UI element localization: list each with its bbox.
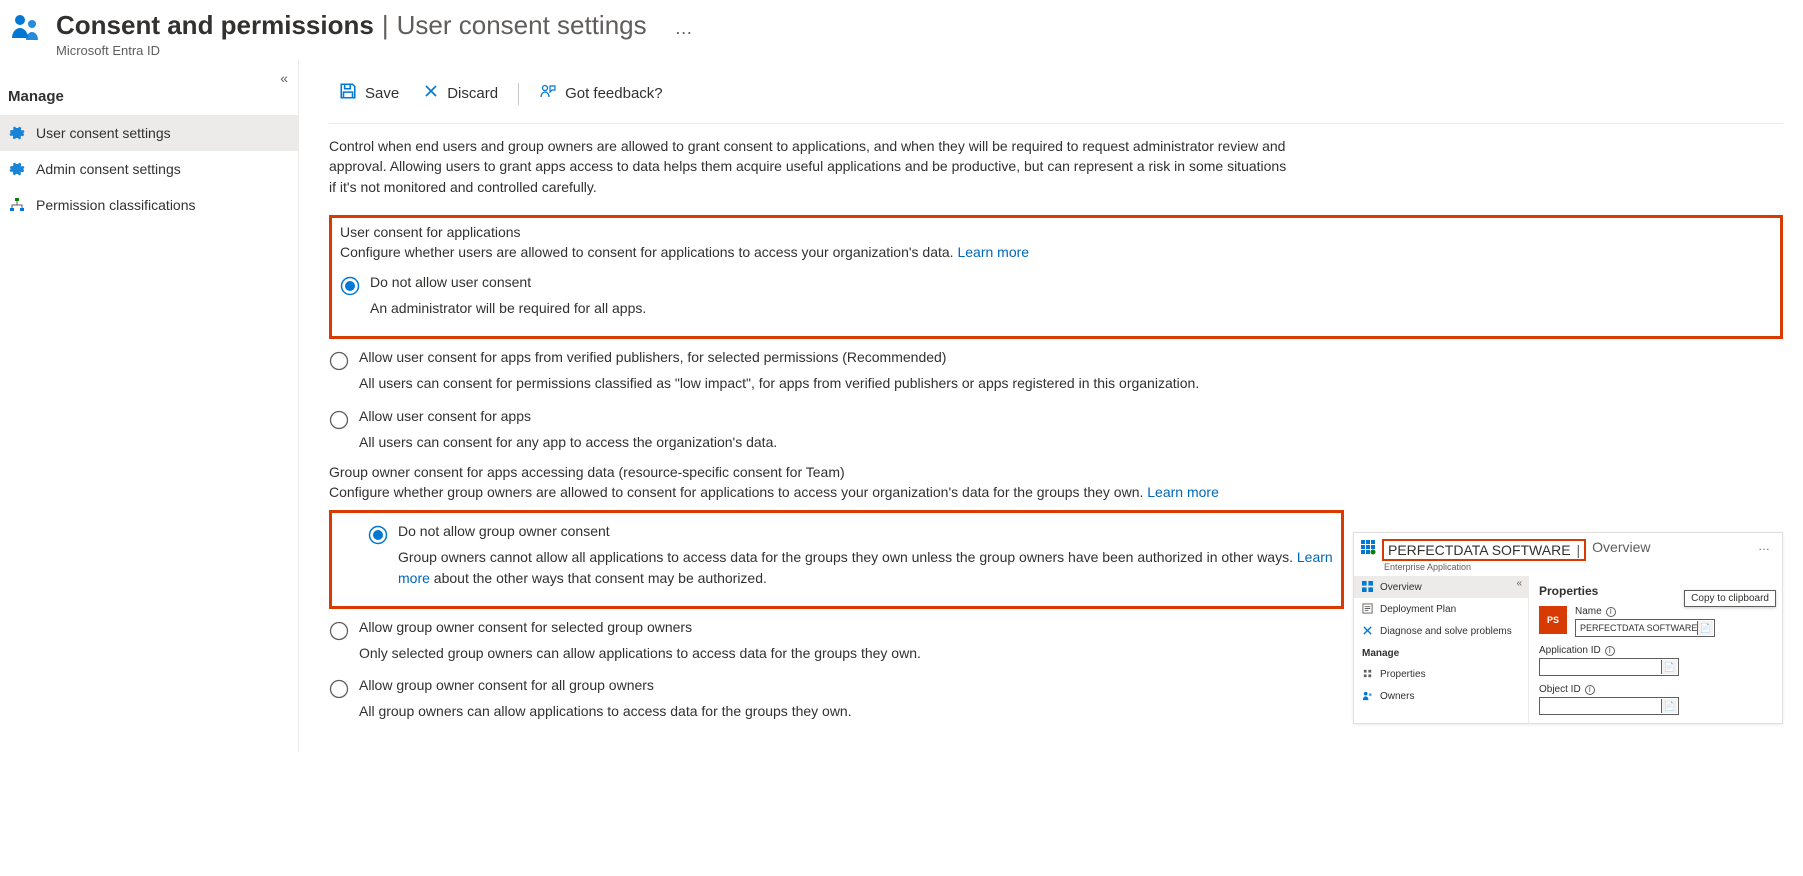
copy-button[interactable]: 📄	[1661, 660, 1677, 674]
user-consent-highlight: User consent for applications Configure …	[329, 215, 1783, 340]
radio-selected-icon[interactable]	[340, 276, 360, 296]
consent-icon	[8, 10, 44, 49]
overlay-app-panel: PERFECTDATA SOFTWARE | Overview … Enterp…	[1353, 532, 1783, 724]
gear-icon	[8, 160, 26, 178]
mini-collapse-button[interactable]: «	[1516, 578, 1522, 589]
field-label-name: Namei	[1575, 606, 1772, 617]
group-consent-highlight: Do not allow group owner consent Group o…	[329, 510, 1344, 609]
mini-nav-diagnose[interactable]: Diagnose and solve problems	[1354, 620, 1528, 642]
diagnose-icon	[1362, 625, 1374, 637]
tenant-label: Microsoft Entra ID	[56, 43, 1795, 58]
info-icon[interactable]: i	[1605, 646, 1615, 656]
copy-tooltip: Copy to clipboard	[1684, 590, 1776, 607]
copy-button[interactable]: 📄	[1661, 699, 1677, 713]
app-avatar: PS	[1539, 606, 1567, 634]
radio-unselected-icon[interactable]	[329, 621, 349, 641]
toolbar: Save Discard Got feedback?	[329, 60, 1783, 124]
radio-unselected-icon[interactable]	[329, 410, 349, 430]
side-nav: « Manage User consent settings Admin con…	[0, 60, 298, 752]
collapse-nav-button[interactable]: «	[280, 70, 288, 86]
mini-tenant-label: Enterprise Application	[1384, 562, 1782, 572]
app-id-input[interactable]: 📄	[1539, 658, 1679, 676]
intro-text: Control when end users and group owners …	[329, 136, 1289, 197]
sidebar-item-admin-consent[interactable]: Admin consent settings	[0, 151, 298, 187]
close-icon	[423, 83, 439, 104]
radio-allow-user-consent[interactable]: Allow user consent for apps	[329, 404, 1783, 432]
mini-page-subtitle: Overview	[1592, 539, 1650, 555]
user-consent-desc: Configure whether users are allowed to c…	[340, 242, 1772, 262]
mini-nav-overview[interactable]: Overview	[1354, 576, 1528, 598]
radio-no-user-consent[interactable]: Do not allow user consent	[340, 270, 1772, 298]
mini-side-nav: « Overview Deployment Plan Diagnose and …	[1354, 576, 1529, 723]
page-title: Consent and permissions	[56, 10, 374, 41]
discard-button[interactable]: Discard	[413, 77, 508, 110]
page-header: Consent and permissions | User consent s…	[0, 0, 1803, 60]
properties-icon	[1362, 668, 1374, 680]
radio-unselected-icon[interactable]	[329, 351, 349, 371]
info-icon[interactable]: i	[1606, 607, 1616, 617]
radio-description: An administrator will be required for al…	[370, 298, 1772, 318]
app-tile-icon	[1360, 539, 1376, 558]
mini-properties-pane: Copy to clipboard Properties PS Namei PE…	[1529, 576, 1782, 723]
info-icon[interactable]: i	[1585, 685, 1595, 695]
grid-icon	[1362, 581, 1374, 593]
sidebar-item-label: User consent settings	[36, 125, 171, 141]
save-icon	[339, 82, 357, 105]
user-consent-title: User consent for applications	[340, 224, 1772, 240]
nav-section-manage: Manage	[0, 80, 298, 115]
person-feedback-icon	[539, 82, 557, 105]
radio-no-group-consent[interactable]: Do not allow group owner consent	[340, 519, 1333, 547]
field-label-object-id: Object IDi	[1539, 684, 1772, 695]
toolbar-separator	[518, 83, 519, 105]
mini-nav-properties[interactable]: Properties	[1354, 663, 1528, 685]
header-more-button[interactable]: …	[675, 18, 693, 39]
mini-nav-owners[interactable]: Owners	[1354, 685, 1528, 707]
radio-description: All users can consent for any app to acc…	[359, 432, 1783, 452]
save-button[interactable]: Save	[329, 76, 409, 111]
gear-icon	[8, 124, 26, 142]
radio-description: Group owners cannot allow all applicatio…	[398, 547, 1333, 588]
radio-unselected-icon[interactable]	[329, 679, 349, 699]
feedback-button[interactable]: Got feedback?	[529, 76, 673, 111]
hierarchy-icon	[8, 196, 26, 214]
mini-more-button[interactable]: …	[1758, 539, 1776, 553]
sidebar-item-user-consent[interactable]: User consent settings	[0, 115, 298, 151]
learn-more-link[interactable]: Learn more	[957, 244, 1029, 260]
main-content: Save Discard Got feedback? Control when …	[298, 60, 1803, 752]
group-consent-desc: Configure whether group owners are allow…	[329, 482, 1329, 502]
learn-more-link[interactable]: Learn more	[1147, 484, 1219, 500]
radio-description: All users can consent for permissions cl…	[359, 373, 1783, 393]
radio-selected-icon[interactable]	[368, 525, 388, 545]
copy-button[interactable]: 📄	[1697, 621, 1713, 635]
plan-icon	[1362, 603, 1374, 615]
sidebar-item-permission-classifications[interactable]: Permission classifications	[0, 187, 298, 223]
mini-app-title: PERFECTDATA SOFTWARE	[1388, 542, 1571, 558]
field-label-app-id: Application IDi	[1539, 645, 1772, 656]
mini-nav-deployment[interactable]: Deployment Plan	[1354, 598, 1528, 620]
group-consent-title: Group owner consent for apps accessing d…	[329, 464, 1783, 480]
radio-verified-publishers[interactable]: Allow user consent for apps from verifie…	[329, 345, 1783, 373]
owners-icon	[1362, 690, 1374, 702]
page-subtitle: User consent settings	[397, 10, 647, 41]
mini-title-highlight: PERFECTDATA SOFTWARE |	[1382, 539, 1586, 561]
sidebar-item-label: Permission classifications	[36, 197, 196, 213]
object-id-input[interactable]: 📄	[1539, 697, 1679, 715]
name-input[interactable]: PERFECTDATA SOFTWARE📄	[1575, 619, 1715, 637]
sidebar-item-label: Admin consent settings	[36, 161, 181, 177]
mini-nav-section-manage: Manage	[1354, 642, 1528, 663]
